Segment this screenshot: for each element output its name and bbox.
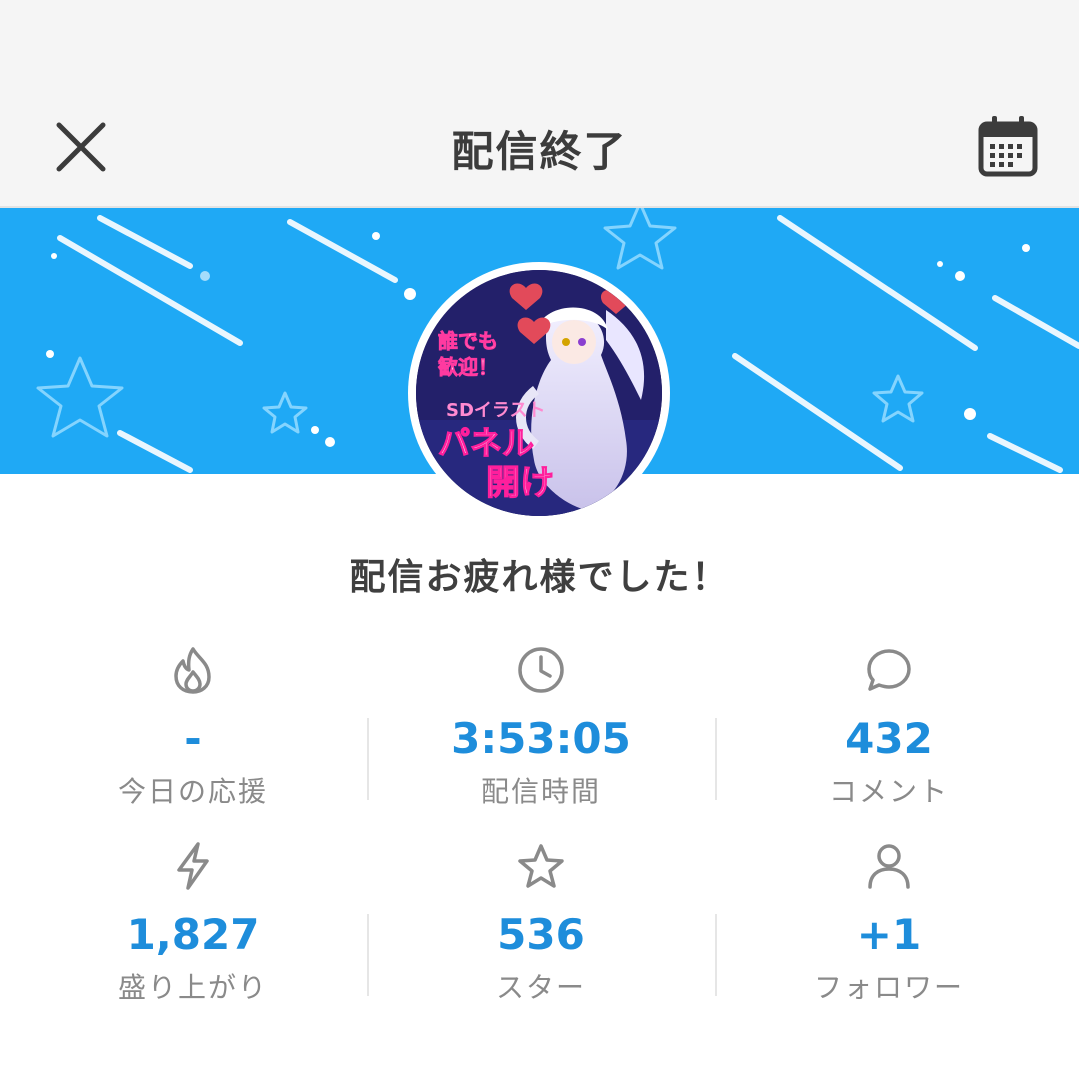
calendar-button[interactable]	[972, 110, 1044, 182]
stat-label: スター	[495, 971, 586, 1004]
page-title: 配信終了	[451, 127, 628, 176]
person-icon	[868, 844, 910, 889]
stat-today-support: - 今日の応援	[20, 630, 366, 826]
stat-label: 今日の応援	[117, 775, 268, 808]
clock-icon	[518, 647, 564, 693]
calendar-icon	[978, 116, 1038, 177]
stat-comments: 432 コメント	[716, 630, 1062, 826]
stat-label: フォロワー	[813, 971, 964, 1004]
comment-icon	[867, 649, 911, 691]
broadcaster-avatar: 誰でも 歓迎！ SDイラスト パネル 開け	[408, 262, 670, 524]
stat-value: 3:53:05	[451, 714, 631, 763]
completion-message: 配信お疲れ様でした！	[349, 557, 730, 598]
stat-value: 536	[497, 910, 585, 959]
stat-value: 432	[845, 714, 933, 763]
lightning-icon	[177, 842, 209, 890]
stats-row-1: - 今日の応援 3:53:05 配信時間 432 コメント	[20, 630, 1060, 826]
stats-row-2: 1,827 盛り上がり 536 スター +1 フォロワー	[20, 826, 1060, 1022]
stat-value: -	[184, 714, 202, 763]
stat-label: コメント	[828, 775, 949, 808]
avatar-image: 誰でも 歓迎！ SDイラスト パネル 開け	[416, 270, 662, 516]
avatar-text-3: SDイラスト	[446, 400, 546, 421]
stat-label: 盛り上がり	[117, 971, 268, 1004]
avatar-text-4: パネル	[438, 424, 534, 462]
avatar-text-2: 歓迎！	[438, 355, 498, 379]
status-bar-area	[0, 0, 1079, 92]
star-icon	[518, 844, 564, 888]
header: 配信終了	[0, 92, 1079, 208]
avatar-text-1: 誰でも	[438, 329, 498, 353]
stat-stars: 536 スター	[368, 826, 714, 1022]
stat-followers: +1 フォロワー	[716, 826, 1062, 1022]
stats-grid: - 今日の応援 3:53:05 配信時間 432 コメント 1,827 盛り上が…	[20, 630, 1060, 1022]
stat-label: 配信時間	[480, 775, 601, 808]
stat-value: 1,827	[126, 910, 260, 959]
flame-icon	[174, 647, 211, 694]
stat-excitement: 1,827 盛り上がり	[20, 826, 366, 1022]
avatar-text-5: 開け	[486, 463, 554, 503]
stat-value: +1	[856, 910, 922, 959]
stat-broadcast-time: 3:53:05 配信時間	[368, 630, 714, 826]
